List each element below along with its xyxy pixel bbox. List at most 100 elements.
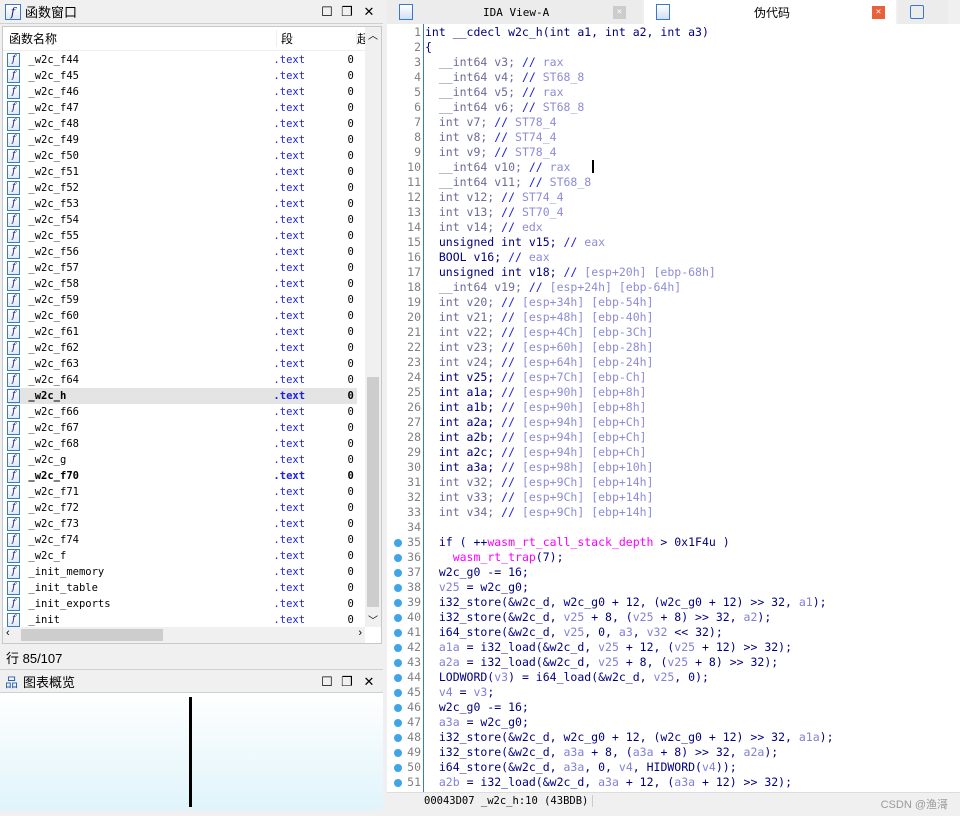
code-line[interactable]: 18 __int64 v19; // [esp+24h] [ebp-64h] <box>387 280 960 295</box>
code-line[interactable]: 7 int v7; // ST78_4 <box>387 115 960 130</box>
function-row[interactable]: f _w2c_f54 .text 0 <box>7 212 357 228</box>
function-row[interactable]: f _w2c_f71 .text 0 <box>7 484 357 500</box>
code-line[interactable]: 27 int a2a; // [esp+94h] [ebp+Ch] <box>387 415 960 430</box>
function-row[interactable]: f _init .text 0 <box>7 612 357 628</box>
function-row[interactable]: f _w2c_f67 .text 0 <box>7 420 357 436</box>
column-header-start[interactable]: 起 <box>357 30 365 47</box>
code-line[interactable]: 50 i64_store(&w2c_d, a3a, 0, v4, HIDWORD… <box>387 760 960 775</box>
code-line[interactable]: 30 int a3a; // [esp+98h] [ebp+10h] <box>387 460 960 475</box>
code-line[interactable]: 23 int v24; // [esp+64h] [ebp-24h] <box>387 355 960 370</box>
close-tab-icon[interactable]: ✕ <box>872 5 885 19</box>
function-row[interactable]: f _w2c_f46 .text 0 <box>7 84 357 100</box>
code-line[interactable]: 21 int v22; // [esp+4Ch] [ebp-3Ch] <box>387 325 960 340</box>
tab-pseudocode[interactable]: 伪代码 ✕ <box>644 0 896 24</box>
function-row[interactable]: f _init_table .text 0 <box>7 580 357 596</box>
code-line[interactable]: 9 int v9; // ST78_4 <box>387 145 960 160</box>
hscroll-thumb[interactable] <box>21 629 163 641</box>
code-line[interactable]: 2{ <box>387 40 960 55</box>
pseudocode-view[interactable]: 1 int __cdecl w2c_h(int a1, int a2, int a… <box>387 24 960 794</box>
function-row[interactable]: f _w2c_f70 .text 0 <box>7 468 357 484</box>
function-row[interactable]: f _w2c_f60 .text 0 <box>7 308 357 324</box>
horizontal-scrollbar[interactable]: ‹ › <box>3 627 365 643</box>
code-line[interactable]: 24 int v25; // [esp+7Ch] [ebp-Ch] <box>387 370 960 385</box>
function-row[interactable]: f _w2c_f62 .text 0 <box>7 340 357 356</box>
function-row[interactable]: f _w2c_g .text 0 <box>7 452 357 468</box>
code-line[interactable]: 49 i32_store(&w2c_d, a3a + 8, (a3a + 8) … <box>387 745 960 760</box>
code-line[interactable]: 6 __int64 v6; // ST68_8 <box>387 100 960 115</box>
code-line[interactable]: 32 int v33; // [esp+9Ch] [ebp+14h] <box>387 490 960 505</box>
code-line[interactable]: 47 a3a = w2c_g0; <box>387 715 960 730</box>
scroll-down-icon[interactable]: ﹀ <box>365 612 381 627</box>
code-line[interactable]: 41 i64_store(&w2c_d, v25, 0, a3, v32 << … <box>387 625 960 640</box>
function-row[interactable]: f _w2c_f47 .text 0 <box>7 100 357 116</box>
code-line[interactable]: 13 int v13; // ST70_4 <box>387 205 960 220</box>
function-row[interactable]: f _w2c_f53 .text 0 <box>7 196 357 212</box>
function-row[interactable]: f _init_memory .text 0 <box>7 564 357 580</box>
code-line[interactable]: 14 int v14; // edx <box>387 220 960 235</box>
code-line[interactable]: 5 __int64 v5; // rax <box>387 85 960 100</box>
function-row[interactable]: f _w2c_f73 .text 0 <box>7 516 357 532</box>
code-line[interactable]: 45 v4 = v3; <box>387 685 960 700</box>
code-line[interactable]: 25 int a1a; // [esp+90h] [ebp+8h] <box>387 385 960 400</box>
code-line[interactable]: 17 unsigned int v18; // [esp+20h] [ebp-6… <box>387 265 960 280</box>
code-line[interactable]: 39 i32_store(&w2c_d, w2c_g0 + 12, (w2c_g… <box>387 595 960 610</box>
function-row[interactable]: f _w2c_f56 .text 0 <box>7 244 357 260</box>
code-line[interactable]: 1 int __cdecl w2c_h(int a1, int a2, int a… <box>387 25 960 40</box>
function-row[interactable]: f _w2c_f48 .text 0 <box>7 116 357 132</box>
code-line[interactable]: 19 int v20; // [esp+34h] [ebp-54h] <box>387 295 960 310</box>
function-row[interactable]: f _w2c_f45 .text 0 <box>7 68 357 84</box>
graph-overview-canvas[interactable] <box>0 693 383 810</box>
code-line[interactable]: 26 int a1b; // [esp+90h] [ebp+8h] <box>387 400 960 415</box>
code-line[interactable]: 28 int a2b; // [esp+94h] [ebp+Ch] <box>387 430 960 445</box>
function-row[interactable]: f _w2c_f51 .text 0 <box>7 164 357 180</box>
close-icon[interactable]: ✕ <box>360 3 378 21</box>
function-row[interactable]: f _w2c_f59 .text 0 <box>7 292 357 308</box>
function-row[interactable]: f _w2c_f55 .text 0 <box>7 228 357 244</box>
tab-ida-view-a[interactable]: IDA View-A ✕ <box>387 0 642 24</box>
code-line[interactable]: 15 unsigned int v15; // eax <box>387 235 960 250</box>
function-row[interactable]: f _w2c_f61 .text 0 <box>7 324 357 340</box>
maximize-icon[interactable]: ☐ <box>318 673 336 691</box>
code-line[interactable]: 29 int a2c; // [esp+94h] [ebp+Ch] <box>387 445 960 460</box>
code-line[interactable]: 44 LODWORD(v3) = i64_load(&w2c_d, v25, 0… <box>387 670 960 685</box>
function-row[interactable]: f _w2c_f49 .text 0 <box>7 132 357 148</box>
close-icon[interactable]: ✕ <box>360 673 378 691</box>
code-line[interactable]: 42 a1a = i32_load(&w2c_d, v25 + 12, (v25… <box>387 640 960 655</box>
scroll-right-icon[interactable]: › <box>358 627 362 639</box>
code-line[interactable]: 38 v25 = w2c_g0; <box>387 580 960 595</box>
code-line[interactable]: 43 a2a = i32_load(&w2c_d, v25 + 8, (v25 … <box>387 655 960 670</box>
restore-icon[interactable]: ❐ <box>338 673 356 691</box>
code-line[interactable]: 33 int v34; // [esp+9Ch] [ebp+14h] <box>387 505 960 520</box>
code-line[interactable]: 22 int v23; // [esp+60h] [ebp-28h] <box>387 340 960 355</box>
scroll-thumb[interactable] <box>367 377 379 607</box>
code-line[interactable]: 51 a2b = i32_load(&w2c_d, a3a + 12, (a3a… <box>387 775 960 790</box>
function-row[interactable]: f _w2c_f72 .text 0 <box>7 500 357 516</box>
code-line[interactable]: 40 i32_store(&w2c_d, v25 + 8, (v25 + 8) … <box>387 610 960 625</box>
column-header-name[interactable]: 函数名称 <box>3 30 277 47</box>
function-row[interactable]: f _w2c_f68 .text 0 <box>7 436 357 452</box>
code-line[interactable]: 36 wasm_rt_trap(7); <box>387 550 960 565</box>
code-line[interactable]: 34 <box>387 520 960 535</box>
code-line[interactable]: 37 w2c_g0 -= 16; <box>387 565 960 580</box>
function-row[interactable]: f _init_exports .text 0 <box>7 596 357 612</box>
restore-icon[interactable]: ❐ <box>338 3 356 21</box>
column-header-segment[interactable]: 段 <box>277 30 357 47</box>
code-line[interactable]: 31 int v32; // [esp+9Ch] [ebp+14h] <box>387 475 960 490</box>
maximize-icon[interactable]: ☐ <box>318 3 336 21</box>
code-line[interactable]: 11 __int64 v11; // ST68_8 <box>387 175 960 190</box>
function-row[interactable]: f _w2c_f50 .text 0 <box>7 148 357 164</box>
scroll-left-icon[interactable]: ‹ <box>6 627 10 639</box>
function-row[interactable]: f _w2c_f52 .text 0 <box>7 180 357 196</box>
scroll-up-icon[interactable]: ︿ <box>365 27 381 42</box>
function-row[interactable]: f _w2c_h .text 0 <box>7 388 357 404</box>
function-row[interactable]: f _w2c_f .text 0 <box>7 548 357 564</box>
function-row[interactable]: f _w2c_f44 .text 0 <box>7 52 357 68</box>
function-row[interactable]: f _w2c_f66 .text 0 <box>7 404 357 420</box>
code-line[interactable]: 12 int v12; // ST74_4 <box>387 190 960 205</box>
function-row[interactable]: f _w2c_f58 .text 0 <box>7 276 357 292</box>
function-row[interactable]: f _w2c_f74 .text 0 <box>7 532 357 548</box>
tab-hex-view[interactable] <box>898 0 948 24</box>
close-tab-icon[interactable]: ✕ <box>613 5 626 19</box>
vertical-scrollbar[interactable]: ︿ ﹀ <box>365 27 381 627</box>
code-line[interactable]: 48 i32_store(&w2c_d, w2c_g0 + 12, (w2c_g… <box>387 730 960 745</box>
